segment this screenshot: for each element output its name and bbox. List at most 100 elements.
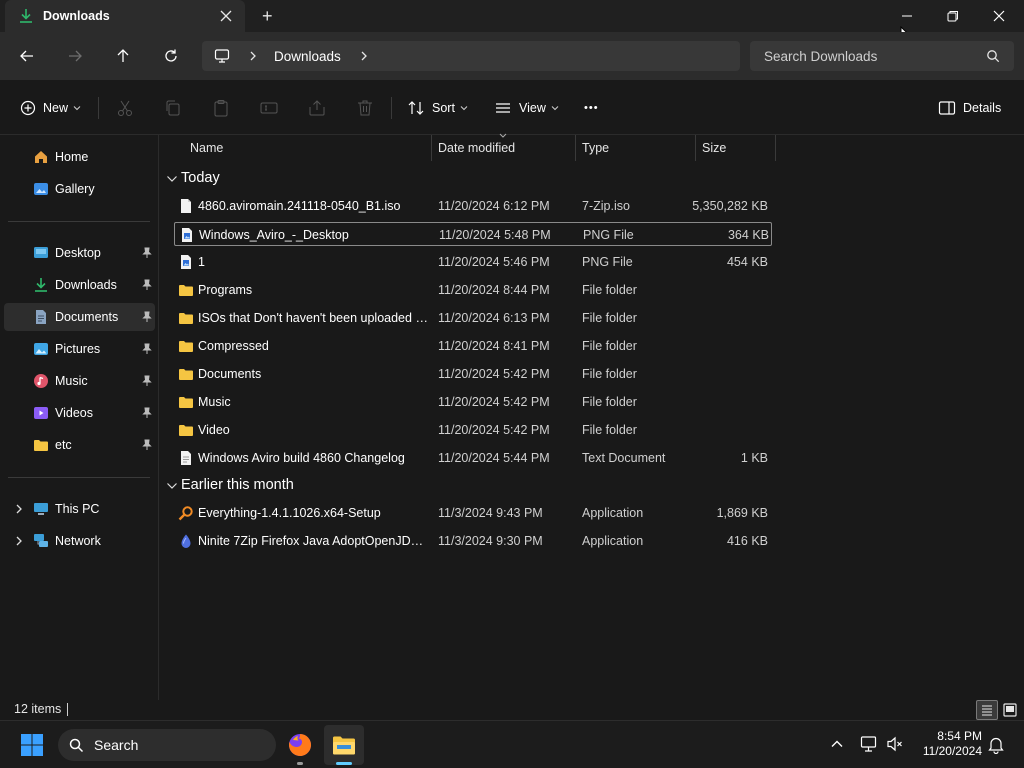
- column-header-size[interactable]: Size: [702, 141, 726, 155]
- file-row[interactable]: Everything-1.4.1.1026.x64-Setup 11/3/202…: [174, 501, 772, 525]
- file-row[interactable]: Windows Aviro build 4860 Changelog 11/20…: [174, 446, 772, 470]
- chevron-down-icon: [73, 106, 81, 111]
- column-header-name[interactable]: Name: [190, 141, 223, 155]
- system-clock[interactable]: 8:54 PM 11/20/2024: [910, 729, 982, 759]
- paste-icon[interactable]: [211, 98, 231, 118]
- tab-title: Downloads: [43, 9, 110, 23]
- file-row[interactable]: 4860.aviromain.241118-0540_B1.iso 11/20/…: [174, 194, 772, 218]
- file-explorer-icon: [333, 736, 355, 755]
- show-hidden-icons-button[interactable]: [830, 737, 844, 751]
- file-row[interactable]: ISOs that Don't haven't been uploaded ye…: [174, 306, 772, 330]
- gallery-icon: [34, 183, 48, 195]
- close-icon: [993, 10, 1005, 22]
- back-button[interactable]: [11, 40, 43, 72]
- more-options-button[interactable]: •••: [584, 94, 599, 122]
- pin-icon: [142, 439, 152, 450]
- file-row[interactable]: Programs 11/20/2024 8:44 PM File folder: [174, 278, 772, 302]
- sidebar-item-network[interactable]: Network: [4, 527, 155, 555]
- new-tab-button[interactable]: +: [262, 6, 273, 27]
- sidebar-item-this-pc[interactable]: This PC: [4, 495, 155, 523]
- command-bar: New Sort View ••• Details: [0, 80, 1024, 135]
- chevron-right-icon: [16, 536, 22, 546]
- network-status-button[interactable]: [860, 735, 878, 753]
- pin-icon: [142, 375, 152, 386]
- search-input[interactable]: [750, 41, 980, 71]
- pin-icon: [142, 407, 152, 418]
- minimize-icon: [902, 15, 912, 17]
- forward-arrow-icon: [69, 50, 82, 62]
- taskbar-search[interactable]: [58, 729, 276, 761]
- file-row[interactable]: Compressed 11/20/2024 8:41 PM File folde…: [174, 334, 772, 358]
- column-divider[interactable]: [695, 135, 696, 161]
- file-row[interactable]: Ninite 7Zip Firefox Java AdoptOpenJDK x.…: [174, 529, 772, 553]
- sidebar-item-pictures[interactable]: Pictures: [4, 335, 155, 363]
- column-header-type[interactable]: Type: [582, 141, 609, 155]
- app-running-indicator: [297, 762, 303, 765]
- clock-time: 8:54 PM: [937, 729, 982, 743]
- tab-downloads[interactable]: Downloads: [5, 0, 245, 32]
- start-button[interactable]: [20, 733, 44, 757]
- up-button[interactable]: [107, 40, 139, 72]
- details-view-button[interactable]: [976, 700, 998, 720]
- downloads-icon: [35, 278, 47, 292]
- column-divider[interactable]: [431, 135, 432, 161]
- search-icon[interactable]: [986, 49, 1000, 63]
- sidebar-item-gallery[interactable]: Gallery: [4, 175, 155, 203]
- taskbar-file-explorer[interactable]: [324, 725, 364, 765]
- home-icon: [35, 151, 47, 163]
- chevron-right-icon[interactable]: [248, 50, 258, 62]
- rename-icon[interactable]: [259, 98, 279, 118]
- restore-button[interactable]: [930, 0, 976, 32]
- taskbar: 8:54 PM 11/20/2024: [0, 720, 1024, 768]
- new-button[interactable]: New: [20, 94, 81, 122]
- details-pane-button[interactable]: Details: [938, 94, 1001, 122]
- address-bar[interactable]: Downloads: [202, 41, 740, 71]
- back-arrow-icon: [20, 50, 33, 62]
- firefox-icon: [289, 734, 312, 756]
- sort-button[interactable]: Sort: [407, 94, 468, 122]
- group-header-today[interactable]: Today: [166, 168, 466, 190]
- forward-button[interactable]: [59, 40, 91, 72]
- column-divider[interactable]: [575, 135, 576, 161]
- sidebar-item-etc[interactable]: etc: [4, 431, 155, 459]
- sidebar-divider: [8, 477, 150, 478]
- sidebar-item-documents[interactable]: Documents: [4, 303, 155, 331]
- network-status-icon: [860, 736, 877, 752]
- taskbar-firefox[interactable]: [280, 725, 320, 765]
- sidebar-item-videos[interactable]: Videos: [4, 399, 155, 427]
- volume-muted-button[interactable]: [886, 735, 904, 753]
- copy-icon[interactable]: [163, 98, 183, 118]
- image-file-icon: [181, 255, 191, 269]
- chevron-right-icon[interactable]: [359, 50, 369, 62]
- document-icon: [181, 199, 191, 213]
- sidebar-item-music[interactable]: Music: [4, 367, 155, 395]
- column-divider[interactable]: [775, 135, 776, 161]
- sidebar-item-desktop[interactable]: Desktop: [4, 239, 155, 267]
- breadcrumb-downloads[interactable]: Downloads: [274, 49, 341, 64]
- close-window-button[interactable]: [976, 0, 1022, 32]
- search-box[interactable]: [750, 41, 1014, 71]
- file-row[interactable]: Windows_Aviro_-_Desktop 11/20/2024 5:48 …: [174, 222, 772, 246]
- chevron-down-icon: [167, 483, 177, 489]
- folder-icon: [179, 397, 193, 408]
- file-row[interactable]: Video 11/20/2024 5:42 PM File folder: [174, 418, 772, 442]
- refresh-button[interactable]: [155, 40, 187, 72]
- taskbar-search-input[interactable]: [92, 729, 262, 761]
- group-header-earlier-this-month[interactable]: Earlier this month: [166, 475, 466, 497]
- tiles-view-button[interactable]: [1000, 700, 1020, 720]
- share-icon[interactable]: [307, 98, 327, 118]
- sidebar-item-downloads[interactable]: Downloads: [4, 271, 155, 299]
- file-row[interactable]: 1 11/20/2024 5:46 PM PNG File 454 KB: [174, 250, 772, 274]
- notifications-button[interactable]: [988, 736, 1004, 754]
- column-header-date[interactable]: Date modified: [438, 141, 515, 155]
- sidebar-item-home[interactable]: Home: [4, 143, 155, 171]
- toolbar-divider: [391, 97, 392, 119]
- delete-icon[interactable]: [355, 98, 375, 118]
- address-toolbar: Downloads: [0, 32, 1024, 80]
- tiles-view-icon: [1003, 703, 1017, 717]
- file-row[interactable]: Music 11/20/2024 5:42 PM File folder: [174, 390, 772, 414]
- view-button[interactable]: View: [494, 94, 559, 122]
- close-tab-icon[interactable]: [219, 9, 233, 23]
- file-row[interactable]: Documents 11/20/2024 5:42 PM File folder: [174, 362, 772, 386]
- cut-icon[interactable]: [115, 98, 135, 118]
